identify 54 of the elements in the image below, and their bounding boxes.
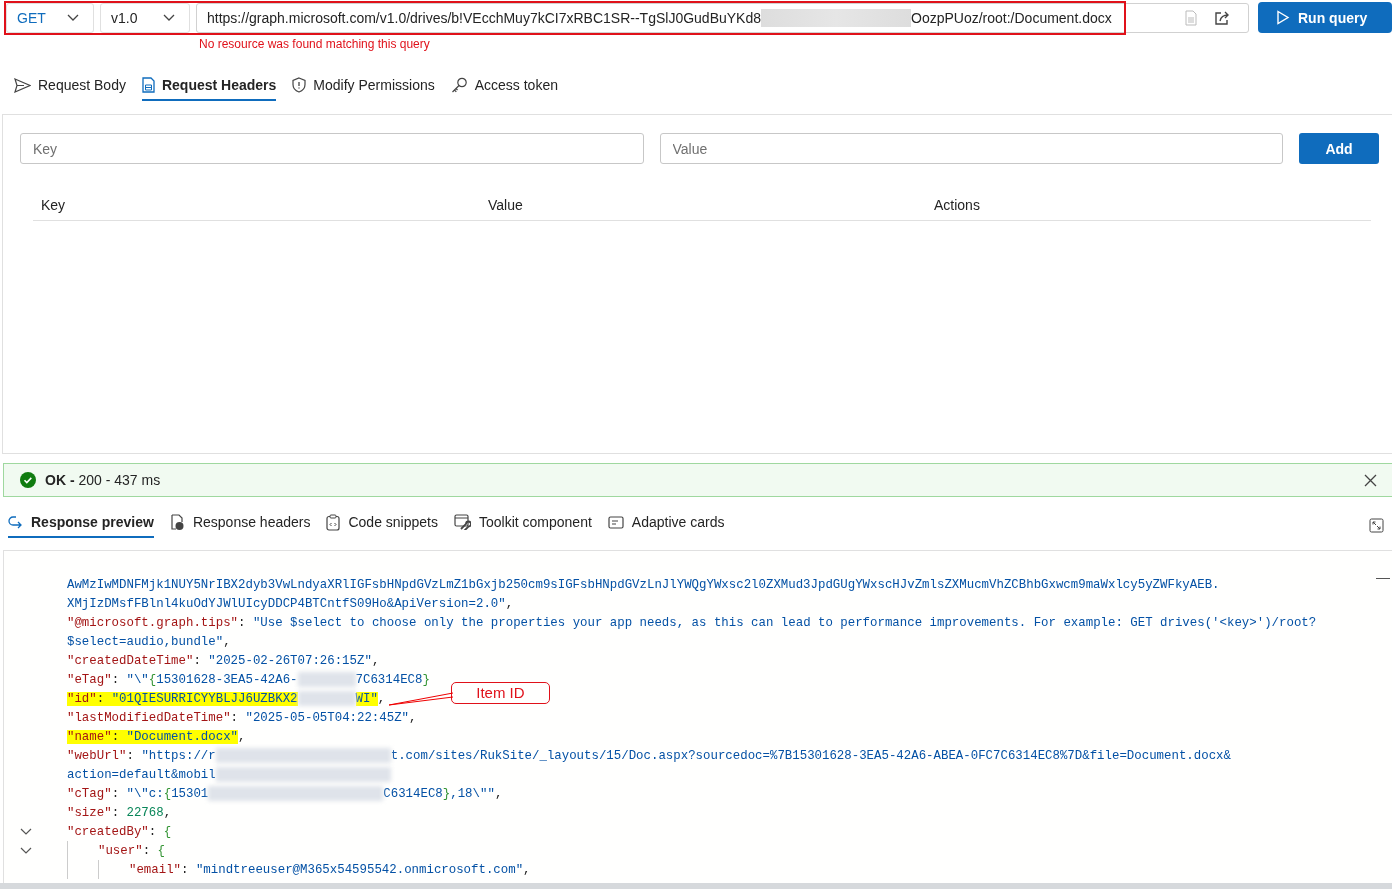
value-input-field[interactable]: Value [659,133,1283,164]
column-header: Key [41,197,67,213]
play-icon [1276,10,1290,25]
collapse-chevron-icon[interactable] [19,827,32,836]
code-line: "createdBy": { [67,824,172,839]
response-tab[interactable]: Adaptive cards [607,508,725,538]
chevron-icon [67,13,79,22]
document-icon [169,513,185,531]
wrench-icon [454,514,471,530]
status-text: OK - 200 - 437 ms [45,472,161,488]
code-line: $select=audio,bundle", [67,634,231,649]
shield-icon [292,77,307,93]
column-header: Value [488,197,524,213]
method-dropdown[interactable]: GET [6,2,94,33]
code-line: "email": "mindtreeuser@M365x54595542.onmicrosoft.com", [129,862,531,877]
code-line: "createdDateTime": "2025-02-26T07:26:15Z", [67,653,380,668]
code-line: "eTag": "\"{15301628-3EA5-42A6- 7C6314EC8} [67,672,430,687]
code-line: "@microsoft.graph.tips": "Use $select to choose only the properties your app needs, as this can lead to performance improvements. For example: GET drives('<key>')/root? [67,615,1317,630]
response-tab[interactable]: Response preview [8,508,154,538]
request-tab[interactable]: Request Headers [141,71,277,101]
code-line: action=default&mobil [67,767,391,782]
response-tab[interactable]: Toolkit component [454,508,592,538]
add-button[interactable]: Add [1299,133,1379,164]
version-dropdown[interactable]: v1.0 [100,2,190,33]
code-line: "webUrl": "https://r t.com/sites/RukSite/_layouts/15/Doc.aspx?sourcedoc=%7B15301628-3EA5-42A6-ABEA-0FC7C6314EC8%7D&file=Document.docx& [67,748,1231,763]
check-circle-icon [20,472,36,488]
request-tab[interactable]: Modify Permissions [292,71,435,101]
request-tab[interactable]: Request Body [14,71,126,101]
chevron-icon [163,13,175,22]
request-tab[interactable]: Access token [450,71,558,101]
response-tab[interactable]: Code snippets [326,508,438,538]
run-query-button[interactable]: Run query [1258,2,1392,33]
code-line: "user": { [98,843,165,858]
key-icon [450,77,468,93]
expand-icon[interactable] [1369,518,1384,533]
document-icon [141,77,155,93]
send-icon [14,77,31,93]
response-tab[interactable]: Response headers [169,508,311,538]
code-line: AwMzIwMDNFMjk1NUY5NrIBX2dyb3VwLndyaXRlIGFsbHNpdGVzLmZ1bGxjb250cm9sIGFsbHNpdGVzLnJlYWQgYWxsc2l0ZXMud3JpdGUgYWxscHJvZmlsZXMucmVhZCBhbGxwcm9maWxlcy5yZWFkyAEB. [67,577,1220,592]
callout-label: Item ID [451,681,550,704]
close-icon[interactable] [1364,473,1377,487]
code-line: "size": 22768, [67,805,172,820]
code-line: "cTag": "\"c:{15301 C6314EC8},18\"", [67,786,503,801]
column-header: Actions [934,197,981,213]
code-line: "lastModifiedDateTime": "2025-05-05T04:22:45Z", [67,710,417,725]
key-input-field[interactable]: Key [20,133,644,164]
card-icon [607,515,624,529]
redo-arrow-icon [8,514,23,530]
collapse-chevron-icon[interactable] [19,846,32,855]
share-icon[interactable] [1214,9,1231,26]
error-message: No resource was found matching this query [199,37,431,51]
clipboard-icon [326,513,341,531]
code-line: XMjIzDMsfFBlnl4kuOdYJWlUIcyDDCP4BTCntfS09Ho&ApiVersion=2.0", [67,596,514,611]
url-field[interactable]: https://graph.microsoft.com/v1.0/drives/b!VEcchMuy7kCI7xRBC1SR--TgSlJ0GudBuYKd8 OozpPUoz/root:/Document.docx [196,2,1249,33]
